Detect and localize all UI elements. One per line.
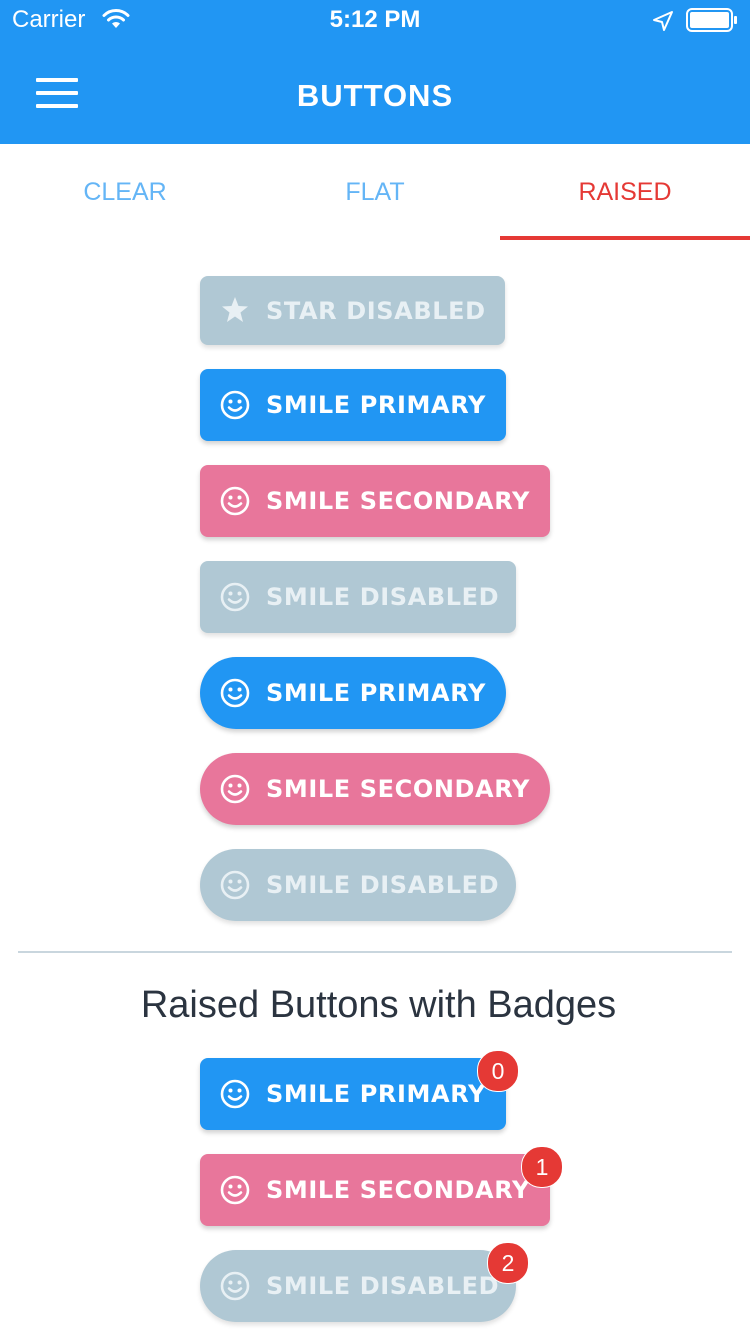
button-label: SMILE DISABLED bbox=[266, 871, 500, 899]
smile-icon bbox=[220, 774, 250, 804]
smile-secondary-button[interactable]: SMILE SECONDARY bbox=[200, 465, 550, 537]
smile-icon bbox=[220, 870, 250, 900]
tab-bar: CLEAR FLAT RAISED bbox=[0, 144, 750, 240]
smile-icon bbox=[220, 486, 250, 516]
tab-clear[interactable]: CLEAR bbox=[0, 144, 250, 240]
smile-secondary-badge-button[interactable]: SMILE SECONDARY bbox=[200, 1154, 550, 1226]
status-time: 5:12 PM bbox=[329, 6, 421, 33]
smile-icon bbox=[220, 1079, 250, 1109]
smile-primary-button[interactable]: SMILE PRIMARY bbox=[200, 369, 506, 441]
button-label: SMILE DISABLED bbox=[266, 1272, 500, 1300]
scroll-content[interactable]: STAR DISABLED SMILE PRIMARY SMILE SECOND… bbox=[0, 240, 750, 1334]
smile-icon bbox=[220, 1175, 250, 1205]
smile-icon bbox=[220, 390, 250, 420]
smile-disabled-badge-button[interactable]: SMILE DISABLED bbox=[200, 1250, 516, 1322]
smile-disabled-button[interactable]: SMILE DISABLED bbox=[200, 561, 516, 633]
smile-disabled-rounded-button[interactable]: SMILE DISABLED bbox=[200, 849, 516, 921]
status-bar: Carrier 5:12 PM bbox=[0, 0, 750, 40]
smile-primary-badge-button[interactable]: SMILE PRIMARY bbox=[200, 1058, 506, 1130]
smile-icon bbox=[220, 678, 250, 708]
tab-raised[interactable]: RAISED bbox=[500, 144, 750, 240]
count-badge: 1 bbox=[521, 1146, 563, 1188]
button-label: SMILE PRIMARY bbox=[266, 1080, 486, 1108]
app-header: Carrier 5:12 PM BUTTONS bbox=[0, 0, 750, 144]
smile-icon bbox=[220, 1271, 250, 1301]
button-label: SMILE SECONDARY bbox=[266, 487, 530, 515]
app-screen: Carrier 5:12 PM BUTTONS CLEAR FLAT RAISE… bbox=[0, 0, 750, 1334]
button-label: SMILE DISABLED bbox=[266, 583, 500, 611]
count-badge: 2 bbox=[487, 1242, 529, 1284]
section-title: Raised Buttons with Badges bbox=[140, 984, 617, 1026]
section-divider bbox=[18, 951, 732, 953]
battery-icon bbox=[686, 8, 737, 32]
page-title: BUTTONS bbox=[296, 78, 454, 113]
smile-secondary-rounded-button[interactable]: SMILE SECONDARY bbox=[200, 753, 550, 825]
button-label: SMILE SECONDARY bbox=[266, 1176, 530, 1204]
button-label: SMILE SECONDARY bbox=[266, 775, 530, 803]
smile-primary-rounded-button[interactable]: SMILE PRIMARY bbox=[200, 657, 506, 729]
star-icon bbox=[222, 296, 248, 322]
smile-icon bbox=[220, 582, 250, 612]
button-label: SMILE PRIMARY bbox=[266, 679, 486, 707]
count-badge: 0 bbox=[477, 1050, 519, 1092]
button-label: STAR DISABLED bbox=[266, 296, 486, 325]
star-disabled-button[interactable]: STAR DISABLED bbox=[200, 276, 505, 345]
nav-bar: BUTTONS bbox=[0, 40, 750, 144]
tab-flat[interactable]: FLAT bbox=[250, 144, 500, 240]
button-label: SMILE PRIMARY bbox=[266, 391, 486, 419]
location-arrow-icon bbox=[653, 11, 673, 31]
